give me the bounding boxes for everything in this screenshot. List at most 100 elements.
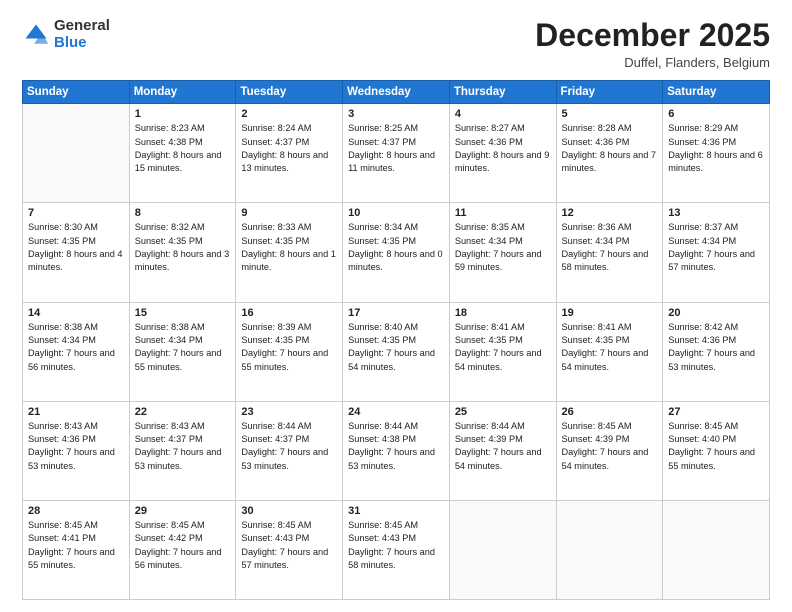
logo-general-text: General: [54, 18, 110, 35]
table-row: 14 Sunrise: 8:38 AM Sunset: 4:34 PM Dayli…: [23, 302, 130, 401]
day-number: 20: [668, 307, 764, 319]
table-row: 15Sunrise: 8:38 AM Sunset: 4:34 PM Dayli…: [129, 302, 236, 401]
day-number: 28: [28, 505, 124, 517]
location: Duffel, Flanders, Belgium: [535, 55, 770, 70]
day-number: 10: [348, 207, 444, 219]
day-info: Sunrise: 8:41 AM Sunset: 4:35 PM Dayligh…: [455, 321, 551, 374]
day-info: Sunrise: 8:35 AM Sunset: 4:34 PM Dayligh…: [455, 221, 551, 274]
day-info: Sunrise: 8:43 AM Sunset: 4:36 PM Dayligh…: [28, 420, 124, 473]
table-row: 4Sunrise: 8:27 AM Sunset: 4:36 PM Daylig…: [449, 104, 556, 203]
table-row: 9 Sunrise: 8:33 AM Sunset: 4:35 PM Daylig…: [236, 203, 343, 302]
calendar-week-row: 14 Sunrise: 8:38 AM Sunset: 4:34 PM Dayli…: [23, 302, 770, 401]
day-info: Sunrise: 8:36 AM Sunset: 4:34 PM Dayligh…: [562, 221, 658, 274]
day-number: 11: [455, 207, 551, 219]
logo-blue-text: Blue: [54, 35, 110, 52]
day-number: 1: [135, 108, 231, 120]
title-block: December 2025 Duffel, Flanders, Belgium: [535, 18, 770, 70]
table-row: 22 Sunrise: 8:43 AM Sunset: 4:37 PM Dayli…: [129, 401, 236, 500]
day-info: Sunrise: 8:29 AM Sunset: 4:36 PM Dayligh…: [668, 122, 764, 175]
day-info: Sunrise: 8:33 AM Sunset: 4:35 PM Dayligh…: [241, 221, 337, 274]
table-row: 13 Sunrise: 8:37 AM Sunset: 4:34 PM Dayli…: [663, 203, 770, 302]
table-row: 16Sunrise: 8:39 AM Sunset: 4:35 PM Dayli…: [236, 302, 343, 401]
day-number: 2: [241, 108, 337, 120]
day-info: Sunrise: 8:39 AM Sunset: 4:35 PM Dayligh…: [241, 321, 337, 374]
day-info: Sunrise: 8:40 AM Sunset: 4:35 PM Dayligh…: [348, 321, 444, 374]
day-info: Sunrise: 8:41 AM Sunset: 4:35 PM Dayligh…: [562, 321, 658, 374]
day-info: Sunrise: 8:32 AM Sunset: 4:35 PM Dayligh…: [135, 221, 231, 274]
calendar-week-row: 21Sunrise: 8:43 AM Sunset: 4:36 PM Dayli…: [23, 401, 770, 500]
table-row: 3Sunrise: 8:25 AM Sunset: 4:37 PM Daylig…: [343, 104, 450, 203]
col-friday: Friday: [556, 81, 663, 104]
day-number: 22: [135, 406, 231, 418]
table-row: 7Sunrise: 8:30 AM Sunset: 4:35 PM Daylig…: [23, 203, 130, 302]
day-info: Sunrise: 8:25 AM Sunset: 4:37 PM Dayligh…: [348, 122, 444, 175]
calendar-header-row: Sunday Monday Tuesday Wednesday Thursday…: [23, 81, 770, 104]
col-thursday: Thursday: [449, 81, 556, 104]
day-info: Sunrise: 8:42 AM Sunset: 4:36 PM Dayligh…: [668, 321, 764, 374]
table-row: 19 Sunrise: 8:41 AM Sunset: 4:35 PM Dayli…: [556, 302, 663, 401]
calendar-week-row: 7Sunrise: 8:30 AM Sunset: 4:35 PM Daylig…: [23, 203, 770, 302]
table-row: 25 Sunrise: 8:44 AM Sunset: 4:39 PM Dayli…: [449, 401, 556, 500]
table-row: 20 Sunrise: 8:42 AM Sunset: 4:36 PM Dayli…: [663, 302, 770, 401]
day-number: 25: [455, 406, 551, 418]
day-info: Sunrise: 8:45 AM Sunset: 4:43 PM Dayligh…: [348, 519, 444, 572]
table-row: 28 Sunrise: 8:45 AM Sunset: 4:41 PM Dayli…: [23, 500, 130, 599]
logo-icon: [22, 21, 50, 49]
table-row: 12 Sunrise: 8:36 AM Sunset: 4:34 PM Dayli…: [556, 203, 663, 302]
day-number: 18: [455, 307, 551, 319]
day-number: 23: [241, 406, 337, 418]
day-info: Sunrise: 8:45 AM Sunset: 4:42 PM Dayligh…: [135, 519, 231, 572]
table-row: 2Sunrise: 8:24 AM Sunset: 4:37 PM Daylig…: [236, 104, 343, 203]
day-number: 13: [668, 207, 764, 219]
day-number: 8: [135, 207, 231, 219]
day-number: 27: [668, 406, 764, 418]
day-number: 19: [562, 307, 658, 319]
day-info: Sunrise: 8:37 AM Sunset: 4:34 PM Dayligh…: [668, 221, 764, 274]
table-row: 30Sunrise: 8:45 AM Sunset: 4:43 PM Dayli…: [236, 500, 343, 599]
header: General Blue December 2025 Duffel, Fland…: [22, 18, 770, 70]
day-info: Sunrise: 8:30 AM Sunset: 4:35 PM Dayligh…: [28, 221, 124, 274]
day-number: 29: [135, 505, 231, 517]
day-info: Sunrise: 8:38 AM Sunset: 4:34 PM Dayligh…: [28, 321, 124, 374]
day-info: Sunrise: 8:28 AM Sunset: 4:36 PM Dayligh…: [562, 122, 658, 175]
table-row: [23, 104, 130, 203]
col-monday: Monday: [129, 81, 236, 104]
table-row: 18 Sunrise: 8:41 AM Sunset: 4:35 PM Dayli…: [449, 302, 556, 401]
day-info: Sunrise: 8:45 AM Sunset: 4:41 PM Dayligh…: [28, 519, 124, 572]
calendar-week-row: 1 Sunrise: 8:23 AM Sunset: 4:38 PM Daylig…: [23, 104, 770, 203]
day-info: Sunrise: 8:45 AM Sunset: 4:39 PM Dayligh…: [562, 420, 658, 473]
table-row: [449, 500, 556, 599]
table-row: 24Sunrise: 8:44 AM Sunset: 4:38 PM Dayli…: [343, 401, 450, 500]
month-title: December 2025: [535, 18, 770, 53]
col-sunday: Sunday: [23, 81, 130, 104]
table-row: 6 Sunrise: 8:29 AM Sunset: 4:36 PM Daylig…: [663, 104, 770, 203]
day-info: Sunrise: 8:44 AM Sunset: 4:39 PM Dayligh…: [455, 420, 551, 473]
table-row: 29 Sunrise: 8:45 AM Sunset: 4:42 PM Dayli…: [129, 500, 236, 599]
table-row: 27Sunrise: 8:45 AM Sunset: 4:40 PM Dayli…: [663, 401, 770, 500]
day-info: Sunrise: 8:43 AM Sunset: 4:37 PM Dayligh…: [135, 420, 231, 473]
day-info: Sunrise: 8:45 AM Sunset: 4:43 PM Dayligh…: [241, 519, 337, 572]
day-info: Sunrise: 8:27 AM Sunset: 4:36 PM Dayligh…: [455, 122, 551, 175]
table-row: 5Sunrise: 8:28 AM Sunset: 4:36 PM Daylig…: [556, 104, 663, 203]
day-number: 24: [348, 406, 444, 418]
day-number: 9: [241, 207, 337, 219]
page: General Blue December 2025 Duffel, Fland…: [0, 0, 792, 612]
table-row: 31Sunrise: 8:45 AM Sunset: 4:43 PM Dayli…: [343, 500, 450, 599]
day-info: Sunrise: 8:34 AM Sunset: 4:35 PM Dayligh…: [348, 221, 444, 274]
day-number: 14: [28, 307, 124, 319]
day-info: Sunrise: 8:44 AM Sunset: 4:37 PM Dayligh…: [241, 420, 337, 473]
table-row: 17Sunrise: 8:40 AM Sunset: 4:35 PM Dayli…: [343, 302, 450, 401]
calendar-table: Sunday Monday Tuesday Wednesday Thursday…: [22, 80, 770, 600]
day-number: 15: [135, 307, 231, 319]
table-row: 23 Sunrise: 8:44 AM Sunset: 4:37 PM Dayli…: [236, 401, 343, 500]
day-number: 6: [668, 108, 764, 120]
table-row: [556, 500, 663, 599]
table-row: 8 Sunrise: 8:32 AM Sunset: 4:35 PM Daylig…: [129, 203, 236, 302]
table-row: 10 Sunrise: 8:34 AM Sunset: 4:35 PM Dayli…: [343, 203, 450, 302]
table-row: 11 Sunrise: 8:35 AM Sunset: 4:34 PM Dayli…: [449, 203, 556, 302]
day-number: 26: [562, 406, 658, 418]
table-row: [663, 500, 770, 599]
day-number: 12: [562, 207, 658, 219]
logo: General Blue: [22, 18, 110, 51]
day-info: Sunrise: 8:23 AM Sunset: 4:38 PM Dayligh…: [135, 122, 231, 175]
